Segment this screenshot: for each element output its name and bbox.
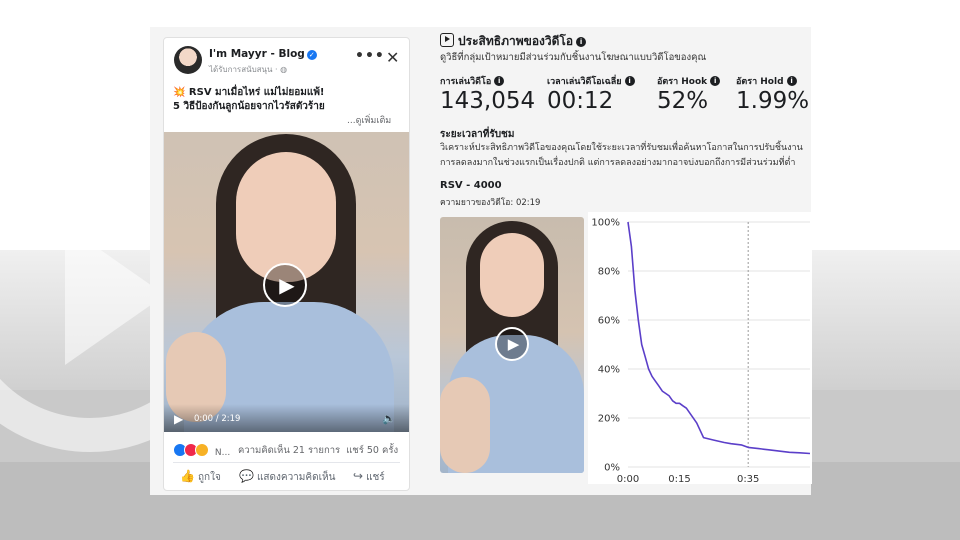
y-tick-label: 40% bbox=[598, 365, 620, 376]
sponsored-label: ได้รับการสนับสนุน · ◍ bbox=[209, 63, 287, 76]
close-icon[interactable]: ✕ bbox=[386, 48, 399, 67]
reaction-icons[interactable]: N... bbox=[173, 443, 230, 458]
retention-chart: 0% 20% 40% 60% 80% 100% 0:00 0:15 0:35 bbox=[588, 212, 812, 484]
post-actions: 👍 ถูกใจ 💬 แสดงความคิดเห็น ↪ แชร์ bbox=[164, 466, 409, 488]
engagement-counts[interactable]: ความคิดเห็น 21 รายการ แชร์ 50 ครั้ง bbox=[238, 443, 398, 458]
page-name-text[interactable]: I'm Mayyr - Blog bbox=[209, 48, 305, 60]
y-tick-label: 80% bbox=[598, 267, 620, 278]
retention-title: ระยะเวลาที่รับชม bbox=[440, 129, 515, 140]
video-controls: ▶ 0:00 / 2:19 🔈 bbox=[164, 404, 409, 432]
share-label: แชร์ bbox=[366, 472, 385, 483]
ad-name: RSV - 4000 bbox=[440, 180, 502, 191]
metric-label-hold-rate: อัตรา Hold i bbox=[736, 74, 797, 88]
like-icon: 👍 bbox=[180, 469, 195, 483]
post-caption-line-1: 💥 RSV มาเมื่อไหร่ แม่ไม่ยอมแพ้! bbox=[173, 87, 325, 98]
info-icon[interactable]: i bbox=[576, 37, 587, 47]
x-tick-label: 0:00 bbox=[617, 474, 639, 484]
metric-value-hold-rate: 1.99% bbox=[736, 88, 810, 114]
section-header: ประสิทธิภาพของวิดีโอ i bbox=[440, 32, 587, 51]
info-icon[interactable]: i bbox=[624, 76, 635, 86]
video-icon bbox=[440, 33, 454, 47]
post-caption-line-2: 5 วิธีป้องกันลูกน้อยจากไวรัสตัวร้าย bbox=[173, 101, 325, 112]
video-timestamp: 0:00 / 2:19 bbox=[194, 414, 241, 424]
sponsored-text: ได้รับการสนับสนุน · bbox=[209, 65, 281, 74]
info-icon[interactable]: i bbox=[710, 76, 721, 86]
reaction-names: N... bbox=[214, 448, 231, 458]
divider bbox=[173, 462, 400, 463]
play-icon[interactable]: ▶ bbox=[263, 263, 307, 307]
avatar[interactable] bbox=[174, 46, 202, 74]
metric-label-hook-rate: อัตรา Hook i bbox=[657, 74, 721, 88]
comment-label: แสดงความคิดเห็น bbox=[256, 472, 336, 483]
comment-count[interactable]: ความคิดเห็น 21 รายการ bbox=[238, 445, 340, 456]
y-tick-label: 20% bbox=[598, 414, 620, 425]
verified-icon: ✓ bbox=[306, 50, 317, 60]
page-subtitle: ดูวิธีที่กลุ่มเป้าหมายมีส่วนร่วมกับชิ้นง… bbox=[440, 52, 707, 63]
control-play-icon[interactable]: ▶ bbox=[174, 412, 183, 426]
globe-icon: ◍ bbox=[280, 65, 288, 74]
metric-value-hook-rate: 52% bbox=[657, 88, 709, 114]
video-length: ความยาวของวิดีโอ: 02:19 bbox=[440, 198, 541, 208]
page-name[interactable]: I'm Mayyr - Blog ✓ bbox=[209, 48, 317, 60]
metric-label-avg-time: เวลาเล่นวิดีโอเฉลี่ย i bbox=[547, 74, 635, 88]
more-icon[interactable]: ••• bbox=[355, 48, 385, 64]
retention-description: วิเคราะห์ประสิทธิภาพวิดีโอของคุณโดยใช้ระ… bbox=[440, 143, 803, 168]
metric-value-avg-time: 00:12 bbox=[547, 88, 614, 114]
info-icon[interactable]: i bbox=[786, 76, 797, 86]
comment-button[interactable]: 💬 แสดงความคิดเห็น bbox=[239, 469, 335, 485]
ad-video-thumbnail[interactable]: ▶ bbox=[440, 217, 584, 473]
share-count[interactable]: แชร์ 50 ครั้ง bbox=[346, 445, 398, 456]
thumb-baby bbox=[440, 377, 490, 473]
see-more-link[interactable]: ...ดูเพิ่มเติม bbox=[347, 113, 391, 127]
volume-icon[interactable]: 🔈 bbox=[382, 412, 396, 425]
facebook-post-card: I'm Mayyr - Blog ✓ ได้รับการสนับสนุน · ◍ … bbox=[163, 37, 410, 491]
x-tick-label: 0:15 bbox=[668, 474, 690, 484]
chart-background bbox=[588, 212, 812, 484]
like-label: ถูกใจ bbox=[197, 472, 221, 483]
metric-label-plays: การเล่นวิดีโอ i bbox=[440, 74, 505, 88]
page-title: ประสิทธิภาพของวิดีโอ bbox=[458, 34, 574, 48]
share-button[interactable]: ↪ แชร์ bbox=[353, 469, 385, 485]
post-video[interactable]: ▶ ▶ 0:00 / 2:19 🔈 bbox=[164, 132, 409, 432]
y-tick-label: 60% bbox=[598, 316, 620, 327]
comment-icon: 💬 bbox=[239, 469, 254, 483]
thumb-face bbox=[480, 233, 544, 317]
info-icon[interactable]: i bbox=[494, 76, 505, 86]
play-icon[interactable]: ▶ bbox=[495, 327, 529, 361]
share-icon: ↪ bbox=[353, 469, 364, 483]
metric-value-plays: 143,054 bbox=[440, 88, 536, 114]
care-reaction-icon bbox=[195, 443, 209, 457]
x-tick-label: 0:35 bbox=[737, 474, 759, 484]
like-button[interactable]: 👍 ถูกใจ bbox=[180, 469, 221, 485]
y-tick-label: 0% bbox=[604, 463, 620, 474]
y-tick-label: 100% bbox=[591, 218, 620, 229]
